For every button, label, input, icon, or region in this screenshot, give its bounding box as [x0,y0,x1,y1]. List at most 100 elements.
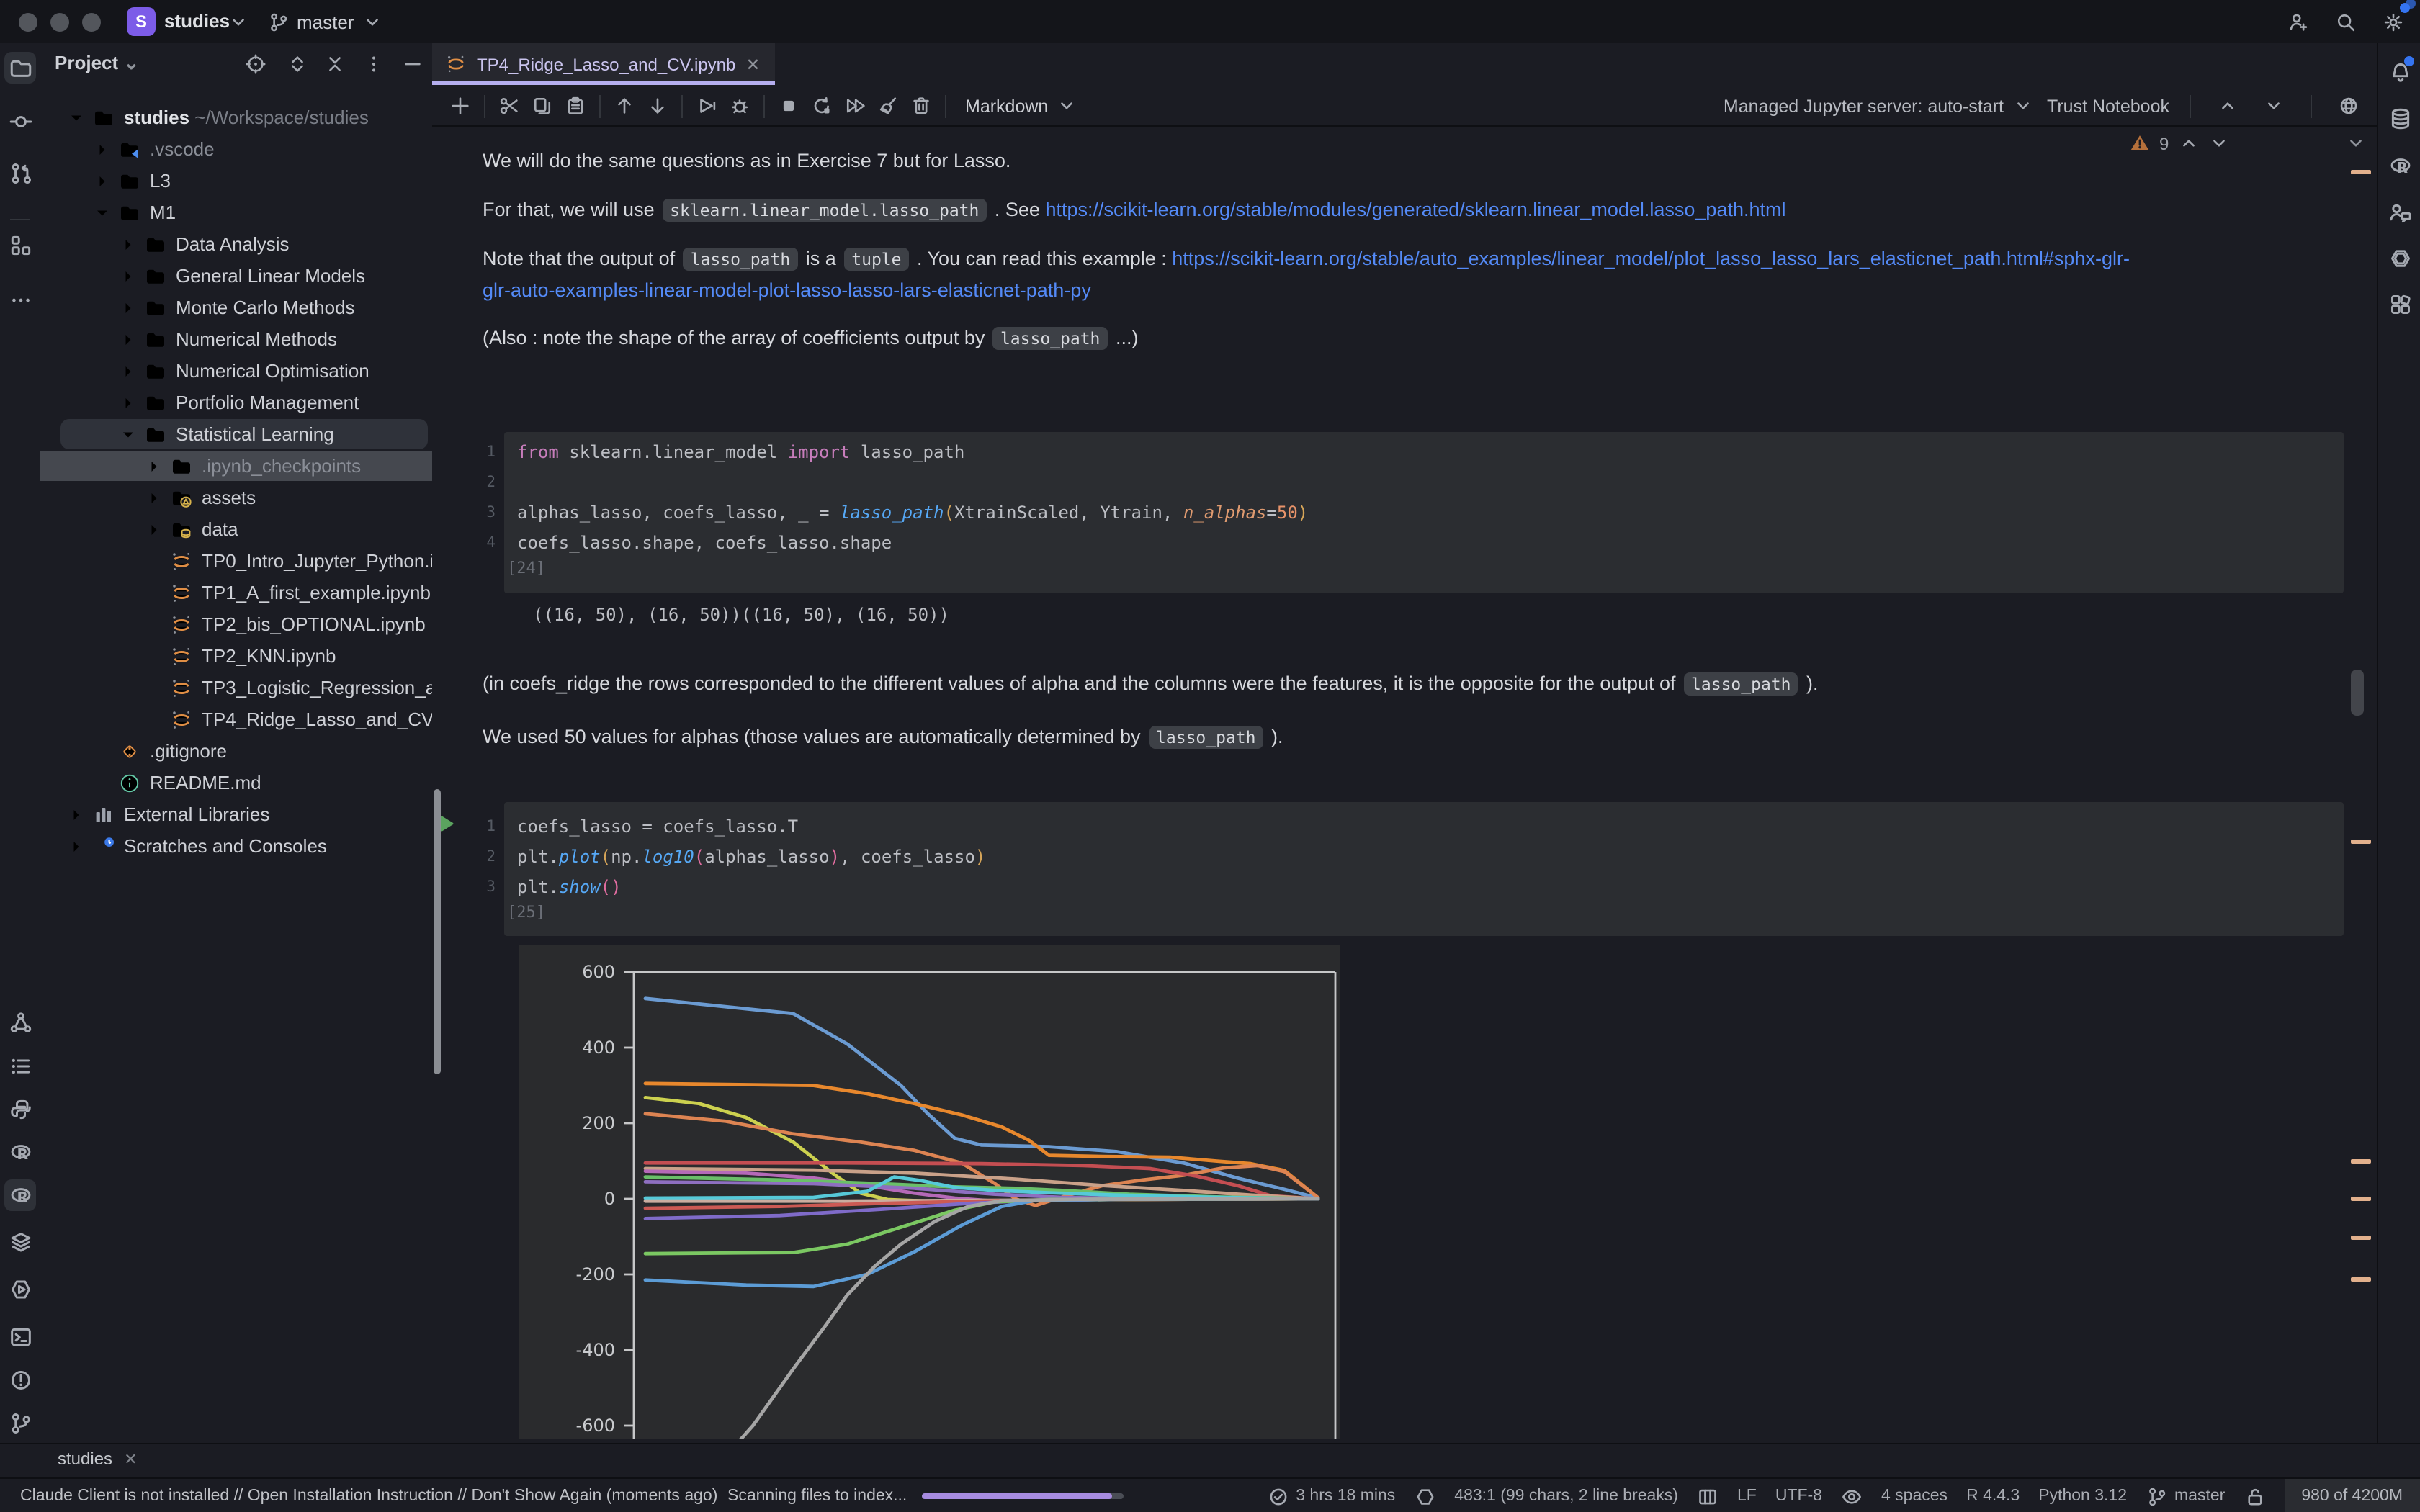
strip-layers-button[interactable] [4,1225,36,1257]
paste-cell-button[interactable] [559,90,592,122]
chevron-right-icon[interactable] [118,298,138,318]
delete-cell-button[interactable] [905,90,938,122]
markdown-cell[interactable]: For that, we will use sklearn.linear_mod… [483,194,1786,226]
tree-item-tp2-knn-ipynb[interactable]: TP2_KNN.ipynb [40,641,432,672]
strip-database-button[interactable] [2384,102,2416,134]
tree-item--gitignore[interactable]: .gitignore [40,736,432,768]
window-zoom-button[interactable] [82,13,101,32]
select-opened-file-button[interactable] [242,50,268,76]
add-user-button[interactable] [2282,6,2313,37]
tree-item-readme-md[interactable]: README.md [40,768,432,799]
chevron-down-icon[interactable] [118,425,138,445]
project-badge[interactable]: S [127,7,156,36]
strip-collaboration-button[interactable] [2384,196,2416,228]
scrollbar-chevron-icon[interactable] [2345,132,2367,154]
chevron-right-icon[interactable] [144,520,164,540]
tree-item-m1[interactable]: M1 [40,197,432,229]
strip-services-button[interactable] [4,1273,36,1305]
restart-kernel-button[interactable] [805,90,838,122]
next-cell-button[interactable] [2257,90,2290,122]
tree-item-tp4-ridge-lasso-and-cv-ipynb[interactable]: TP4_Ridge_Lasso_and_CV.ipynb [40,704,432,736]
tree-item-portfolio-management[interactable]: Portfolio Management [40,387,432,419]
run-cell-button[interactable] [690,90,723,122]
window-close-button[interactable] [19,13,37,32]
collapse-all-button[interactable] [321,50,347,76]
chevron-right-icon[interactable] [118,361,138,382]
column-mode[interactable] [1697,1485,1718,1507]
chevron-right-icon[interactable] [66,837,86,857]
move-cell-up-button[interactable] [608,90,641,122]
encoding-selector[interactable]: UTF-8 [1775,1488,1822,1505]
settings-button[interactable] [2377,6,2408,37]
strip-todo-list-button[interactable] [4,1050,36,1081]
tree-item--ipynb-checkpoints[interactable]: .ipynb_checkpoints [40,451,432,482]
git-branch-widget[interactable]: master [2146,1485,2225,1507]
panel-title[interactable]: Project ⌄ [55,52,139,75]
strip-python-button[interactable] [4,1093,36,1125]
project-switcher[interactable]: studies [164,10,230,32]
hyperlink[interactable]: https://scikit-learn.org/stable/modules/… [1045,199,1785,220]
stop-kernel-button[interactable] [772,90,805,122]
expand-all-button[interactable] [284,50,310,76]
trust-notebook-button[interactable]: Trust Notebook [2047,96,2169,116]
chevron-down-icon[interactable] [228,12,249,33]
reader-mode-toggle[interactable] [1841,1485,1863,1507]
write-access-toggle[interactable] [2244,1485,2265,1507]
prev-cell-button[interactable] [2211,90,2244,122]
strip-commit-button[interactable] [4,105,36,137]
tree-item-general-linear-models[interactable]: General Linear Models [40,261,432,292]
tree-scrollbar[interactable] [434,789,441,1074]
tab-notebook[interactable]: TP4_Ridge_Lasso_and_CV.ipynb ✕ [432,43,775,85]
strip-windows-button[interactable] [4,229,36,261]
strip-project-folder-active-button[interactable] [4,52,36,84]
notebook-editor[interactable]: 9 6004002000-200-400-600 We will do the … [432,127,2377,1443]
chevron-up-icon[interactable] [2177,132,2199,154]
tree-item-numerical-methods[interactable]: Numerical Methods [40,324,432,356]
chevron-right-icon[interactable] [92,171,112,192]
strip-r-lang-active-button[interactable]: R [4,1179,36,1211]
chevron-right-icon[interactable] [118,235,138,255]
move-cell-down-button[interactable] [641,90,674,122]
strip-plugins-button[interactable] [2384,288,2416,320]
close-tab-icon[interactable]: ✕ [745,54,760,74]
strip-r-lang-button[interactable]: R [4,1136,36,1168]
chevron-right-icon[interactable] [118,393,138,413]
cut-cell-button[interactable] [493,90,526,122]
strip-terminal-button[interactable] [4,1320,36,1352]
inspection-widget[interactable]: 9 [2129,132,2229,154]
tree-item-data[interactable]: data [40,514,432,546]
strip-hierarchy-button[interactable] [4,1007,36,1038]
caret-position[interactable]: 483:1 (99 chars, 2 line breaks) [1454,1488,1678,1505]
strip-hexagon-tool-button[interactable] [2384,242,2416,274]
add-cell-button[interactable] [444,90,477,122]
chevron-right-icon[interactable] [118,266,138,287]
chevron-down-icon[interactable] [2208,132,2229,154]
run-all-button[interactable] [838,90,871,122]
browser-preview-button[interactable] [2332,90,2365,122]
strip-problems-button[interactable] [4,1364,36,1395]
strip-pull-request-button[interactable] [4,157,36,189]
search-everywhere-button[interactable] [2329,6,2361,37]
chevron-down-icon[interactable] [92,203,112,223]
tree-item-tp2-bis-optional-ipynb[interactable]: TP2_bis_OPTIONAL.ipynb [40,609,432,641]
markdown-cell[interactable]: (Also : note the shape of the array of c… [483,323,1138,354]
tree-item-data-analysis[interactable]: Data Analysis [40,229,432,261]
hide-panel-button[interactable] [399,50,425,76]
copy-cell-button[interactable] [526,90,559,122]
chevron-down-icon[interactable] [66,108,86,128]
branch-switcher[interactable]: master [268,6,382,37]
tree-item-monte-carlo-methods[interactable]: Monte Carlo Methods [40,292,432,324]
close-icon[interactable]: ✕ [124,1449,137,1468]
tool-tab-studies[interactable]: studies ✕ [58,1449,138,1469]
tree-item--vscode[interactable]: .vscode [40,134,432,166]
markdown-cell[interactable]: (in coefs_ridge the rows corresponded to… [483,668,1819,700]
tree-item-external-libraries[interactable]: External Libraries [40,799,432,831]
hexagon-status[interactable] [1414,1485,1435,1507]
jupyter-server-dropdown[interactable]: Managed Jupyter server: auto-start [1724,95,2034,117]
tree-item-numerical-optimisation[interactable]: Numerical Optimisation [40,356,432,387]
time-tracker[interactable]: 3 hrs 18 mins [1267,1485,1395,1507]
tree-item-l3[interactable]: L3 [40,166,432,197]
panel-options-button[interactable] [360,50,386,76]
chevron-right-icon[interactable] [66,805,86,825]
markdown-cell[interactable]: We used 50 values for alphas (those valu… [483,721,1283,753]
